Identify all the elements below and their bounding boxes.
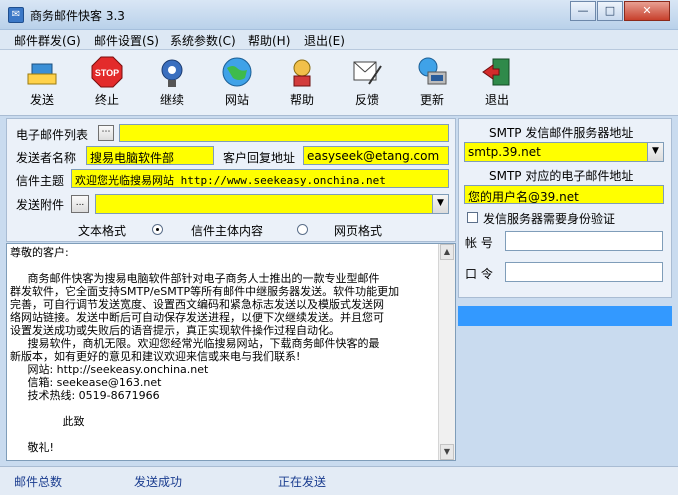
status-sending: 正在发送 [278,475,327,489]
email-list-browse-button[interactable]: ⋯ [98,125,114,141]
subject-field[interactable]: 欢迎您光临搜易网站 http://www.seekeasy.onchina.ne… [71,169,449,188]
mail-body-line: 敬礼! [10,441,54,454]
menu-system-params[interactable]: 系统参数(C) [170,32,236,49]
attach-combo[interactable]: ▼ [95,194,449,214]
body-option-label: 信件主体内容 [191,224,264,238]
sender-field[interactable]: 搜易电脑软件部 [86,146,214,165]
account-field[interactable] [505,231,663,251]
web-radio[interactable] [297,224,308,235]
send-icon [26,56,58,88]
menu-mail-settings[interactable]: 邮件设置(S) [94,32,159,49]
selected-row[interactable] [458,306,672,326]
feedback-icon [351,56,383,88]
continue-icon [156,56,188,88]
menu-mail-send[interactable]: 邮件群发(G) [14,32,81,49]
account-label: 帐 号 [465,236,493,250]
menu-exit[interactable]: 退出(E) [304,32,345,49]
feedback-button[interactable]: 反馈 [338,54,396,112]
password-label: 口 令 [465,267,493,281]
mail-body-line: 此致 [10,415,85,428]
app-icon: ✉ [8,7,24,23]
auth-label: 发信服务器需要身份验证 [483,212,616,226]
email-list-label: 电子邮件列表 [16,128,89,142]
mail-body-line: 设置发送成功或失败后的语音提示，真正实现软件操作过程自动化。 [10,324,340,337]
stop-icon: STOP [91,56,123,88]
menu-help[interactable]: 帮助(H) [248,32,290,49]
title-bar: ✉ 商务邮件快客 3.3 — □ ✕ [0,0,678,30]
minimize-button[interactable]: — [570,1,596,21]
chevron-down-icon[interactable]: ▼ [647,143,663,161]
mail-body-line [10,402,436,415]
password-field[interactable] [505,262,663,282]
menu-bar: 邮件群发(G) 邮件设置(S) 系统参数(C) 帮助(H) 退出(E) [0,30,678,50]
mail-body-line: 新版本，如有更好的意见和建议欢迎来信或来电与我们联系! [10,350,301,363]
smtp-panel: SMTP 发信邮件服务器地址 smtp.39.net ▼ SMTP 对应的电子邮… [458,118,672,298]
smtp-email-label: SMTP 对应的电子邮件地址 [489,169,634,183]
email-list-field[interactable] [119,124,449,142]
mail-body-text: 尊敬的客户: 商务邮件快客为搜易电脑软件部针对电子商务人士推出的一款专业型邮件群… [10,246,436,454]
maximize-button[interactable]: □ [597,1,623,21]
subject-label: 信件主题 [16,174,65,188]
status-bar: 邮件总数 发送成功 正在发送 [0,466,678,495]
help-button[interactable]: 帮助 [273,54,331,112]
auth-checkbox[interactable] [467,212,478,223]
continue-button[interactable]: 继续 [143,54,201,112]
window-title: 商务邮件快客 3.3 [30,9,125,23]
mail-body-line: 网站: http://seekeasy.onchina.net [10,363,209,376]
reply-label: 客户回复地址 [223,151,296,165]
toolbar: 发送 STOP 终止 继续 网站 帮助 反馈 更新 退出 [0,50,678,116]
mail-body-line: 商务邮件快客为搜易电脑软件部针对电子商务人士推出的一款专业型邮件 [10,272,380,285]
smtp-server-label: SMTP 发信邮件服务器地址 [489,126,634,140]
reply-field[interactable]: easyseek@etang.com [303,146,449,165]
mail-body-line: 完善，可自行调节发送宽度、设置西文编码和紧急标志发送以及模版式发送网 [10,298,384,311]
mail-body-line: 尊敬的客户: [10,246,69,259]
globe-icon [221,56,253,88]
close-button[interactable]: ✕ [624,1,670,21]
smtp-email-field[interactable]: 您的用户名@39.net [464,185,664,204]
smtp-server-value: smtp.39.net [468,145,541,159]
mail-body-line: 搜易软件，商机无限。欢迎您经常光临搜易网站，下载商务邮件快客的最 [10,337,380,350]
sender-label: 发送者名称 [16,151,77,165]
update-icon [416,56,448,88]
status-total: 邮件总数 [14,475,63,489]
scroll-down-icon[interactable]: ▼ [440,444,454,460]
attach-browse-button[interactable]: ... [71,195,89,213]
smtp-server-combo[interactable]: smtp.39.net ▼ [464,142,664,162]
exit-button[interactable]: 退出 [468,54,526,112]
mail-body-line: 群发软件，它全面支持SMTP/eSMTP等所有邮件中继服务器发送。软件功能更加 [10,285,400,298]
exit-icon [481,56,513,88]
send-button[interactable]: 发送 [13,54,71,112]
body-radio[interactable] [152,224,163,235]
update-button[interactable]: 更新 [403,54,461,112]
website-button[interactable]: 网站 [208,54,266,112]
mail-body-textarea[interactable]: 尊敬的客户: 商务邮件快客为搜易电脑软件部针对电子商务人士推出的一款专业型邮件群… [6,243,456,461]
attach-label: 发送附件 [16,198,65,212]
subject-value: 欢迎您光临搜易网站 http://www.seekeasy.onchina.ne… [75,174,386,187]
status-success: 发送成功 [134,475,183,489]
mail-body-line [10,259,436,272]
help-icon [286,56,318,88]
vertical-scrollbar[interactable]: ▲ ▼ [438,244,455,460]
mail-body-line: 络网站链接。发送中断后可自动保存发送进程，以便下次继续发送。并且您可 [10,311,384,324]
mail-body-line [10,428,436,441]
web-option-label: 网页格式 [334,224,383,238]
chevron-down-icon[interactable]: ▼ [432,195,448,213]
mail-body-line: 信箱: seekease@163.net [10,376,162,389]
mail-body-line: 技术热线: 0519-8671966 [10,389,160,402]
scroll-up-icon[interactable]: ▲ [440,244,454,260]
stop-button[interactable]: STOP 终止 [78,54,136,112]
format-label: 文本格式 [78,224,127,238]
mail-settings-panel: 电子邮件列表 ⋯ 发送者名称 搜易电脑软件部 客户回复地址 easyseek@e… [6,118,456,242]
svg-text:STOP: STOP [95,68,119,78]
